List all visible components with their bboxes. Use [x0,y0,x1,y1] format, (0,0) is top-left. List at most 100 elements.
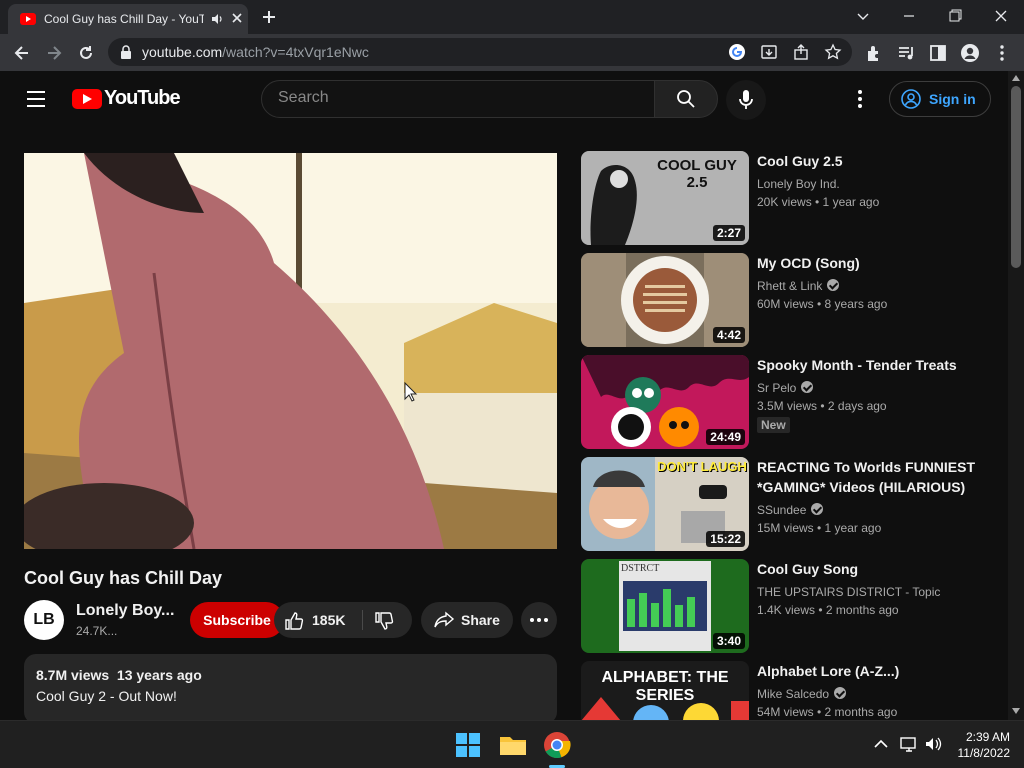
show-hidden-icons-icon[interactable] [874,739,888,749]
description-box[interactable]: 8.7M views 13 years ago Cool Guy 2 - Out… [24,654,557,724]
subscribe-label: Subscribe [203,612,271,628]
chrome-icon[interactable] [541,729,573,761]
chrome-menu-icon[interactable] [992,43,1012,63]
lock-icon[interactable] [120,45,132,59]
bookmark-star-icon[interactable] [824,43,842,61]
related-title[interactable]: REACTING To Worlds FUNNIEST *GAMING* Vid… [757,457,987,497]
duration-badge: 3:40 [712,633,745,649]
related-title[interactable]: My OCD (Song) [757,253,987,273]
related-title[interactable]: Alphabet Lore (A-Z...) [757,661,987,681]
dislike-icon[interactable] [374,611,394,631]
more-actions-button[interactable] [521,602,557,638]
search-input[interactable] [278,89,638,107]
sign-in-button[interactable]: Sign in [889,81,991,117]
thumbnail-text: ALPHABET: THE SERIES [601,669,729,704]
related-channel[interactable]: Lonely Boy Ind. [757,177,840,191]
youtube-masthead: YouTube Sign in [0,71,1008,127]
related-meta: 15M views • 1 year ago [757,521,882,535]
duration-badge: 2:27 [712,225,745,241]
view-count-date: 8.7M views 13 years ago [36,667,202,683]
related-video[interactable]: DON'T LAUGH 15:22 REACTING To Worlds FUN… [581,457,1001,551]
related-video[interactable]: 4:42 My OCD (Song) Rhett & Link 60M view… [581,253,1001,347]
clock-time[interactable]: 2:39 AM [956,730,1010,744]
related-video[interactable]: COOL GUY 2.5 2:27 Cool Guy 2.5 Lonely Bo… [581,151,1001,245]
close-window-icon[interactable] [990,6,1012,26]
side-panel-icon[interactable] [928,43,948,63]
hamburger-menu-icon[interactable] [26,90,46,108]
network-icon[interactable] [900,736,918,752]
forward-icon[interactable] [44,43,64,63]
video-thumbnail[interactable]: 24:49 [581,355,749,449]
scroll-up-icon[interactable] [1012,75,1020,81]
related-channel-name: Sr Pelo [757,381,797,395]
volume-icon[interactable] [924,736,942,752]
voice-search-button[interactable] [726,80,766,120]
search-box[interactable] [261,80,655,118]
share-button[interactable]: Share [421,602,513,638]
verified-icon [834,687,847,699]
verified-icon [827,279,840,291]
search-button[interactable] [654,80,718,118]
like-divider [362,610,363,630]
share-icon [434,611,455,628]
channel-name[interactable]: Lonely Boy... [76,602,174,620]
video-thumbnail[interactable]: 4:42 [581,253,749,347]
video-thumbnail[interactable]: ALPHABET: THE SERIES [581,661,749,720]
sign-in-label: Sign in [929,91,976,107]
file-explorer-icon[interactable] [497,729,529,761]
related-title[interactable]: Cool Guy 2.5 [757,151,987,171]
back-icon[interactable] [12,43,32,63]
scroll-down-icon[interactable] [1012,708,1020,714]
reload-icon[interactable] [76,43,96,63]
video-thumbnail[interactable]: DON'T LAUGH 15:22 [581,457,749,551]
video-thumbnail[interactable]: COOL GUY 2.5 2:27 [581,151,749,245]
search-icon [677,90,695,108]
google-icon[interactable] [728,43,746,61]
extensions-icon[interactable] [864,43,884,63]
duration-badge: 4:42 [712,327,745,343]
related-video[interactable]: DSTRCT 3:40 Cool Guy Song THE UPSTAIRS D… [581,559,1001,653]
media-controls-icon[interactable] [896,43,916,63]
video-frame[interactable] [24,153,557,549]
like-icon[interactable] [284,611,304,631]
channel-avatar[interactable]: LB [24,600,64,640]
clock-date[interactable]: 11/8/2022 [950,746,1011,760]
related-channel-name: SSundee [757,503,807,517]
related-video[interactable]: ALPHABET: THE SERIES Alphabet Lore (A-Z.… [581,661,1001,720]
close-tab-icon[interactable] [230,11,244,25]
related-video[interactable]: 24:49 Spooky Month - Tender Treats Sr Pe… [581,355,1001,449]
scrollbar-thumb[interactable] [1011,86,1021,268]
tab-search-icon[interactable] [852,6,874,26]
like-count[interactable]: 185K [312,612,345,628]
verified-icon [811,503,824,515]
profile-icon[interactable] [960,43,980,63]
related-channel[interactable]: Rhett & Link [757,279,840,293]
duration-badge: 24:49 [706,429,745,445]
share-label: Share [461,612,500,628]
browser-tab[interactable]: Cool Guy has Chill Day - YouTube [8,4,248,34]
windows-start-icon[interactable] [452,729,484,761]
new-tab-icon[interactable] [260,8,278,26]
related-title[interactable]: Spooky Month - Tender Treats [757,355,987,375]
related-channel[interactable]: Mike Salcedo [757,687,847,701]
url-text[interactable]: youtube.com/watch?v=4txVqr1eNwc [142,44,369,60]
related-channel[interactable]: THE UPSTAIRS DISTRICT - Topic [757,585,940,599]
settings-more-icon[interactable] [856,89,864,109]
subscriber-count: 24.7K... [76,624,118,638]
video-player[interactable] [24,153,557,549]
address-bar[interactable]: youtube.com/watch?v=4txVqr1eNwc [108,38,852,66]
share-page-icon[interactable] [792,43,810,61]
related-title[interactable]: Cool Guy Song [757,559,987,579]
youtube-logo-icon[interactable] [72,89,102,109]
related-channel[interactable]: SSundee [757,503,824,517]
youtube-logo-text[interactable]: YouTube [104,87,181,110]
minimize-icon[interactable] [898,6,920,26]
related-channel-name: Rhett & Link [757,279,823,293]
browser-tab-strip: Cool Guy has Chill Day - YouTube [0,0,1024,34]
subscribe-button[interactable]: Subscribe [190,602,284,638]
install-app-icon[interactable] [760,43,778,61]
video-thumbnail[interactable]: DSTRCT 3:40 [581,559,749,653]
restore-icon[interactable] [944,6,966,26]
speaker-icon[interactable] [210,12,224,26]
related-channel[interactable]: Sr Pelo [757,381,814,395]
